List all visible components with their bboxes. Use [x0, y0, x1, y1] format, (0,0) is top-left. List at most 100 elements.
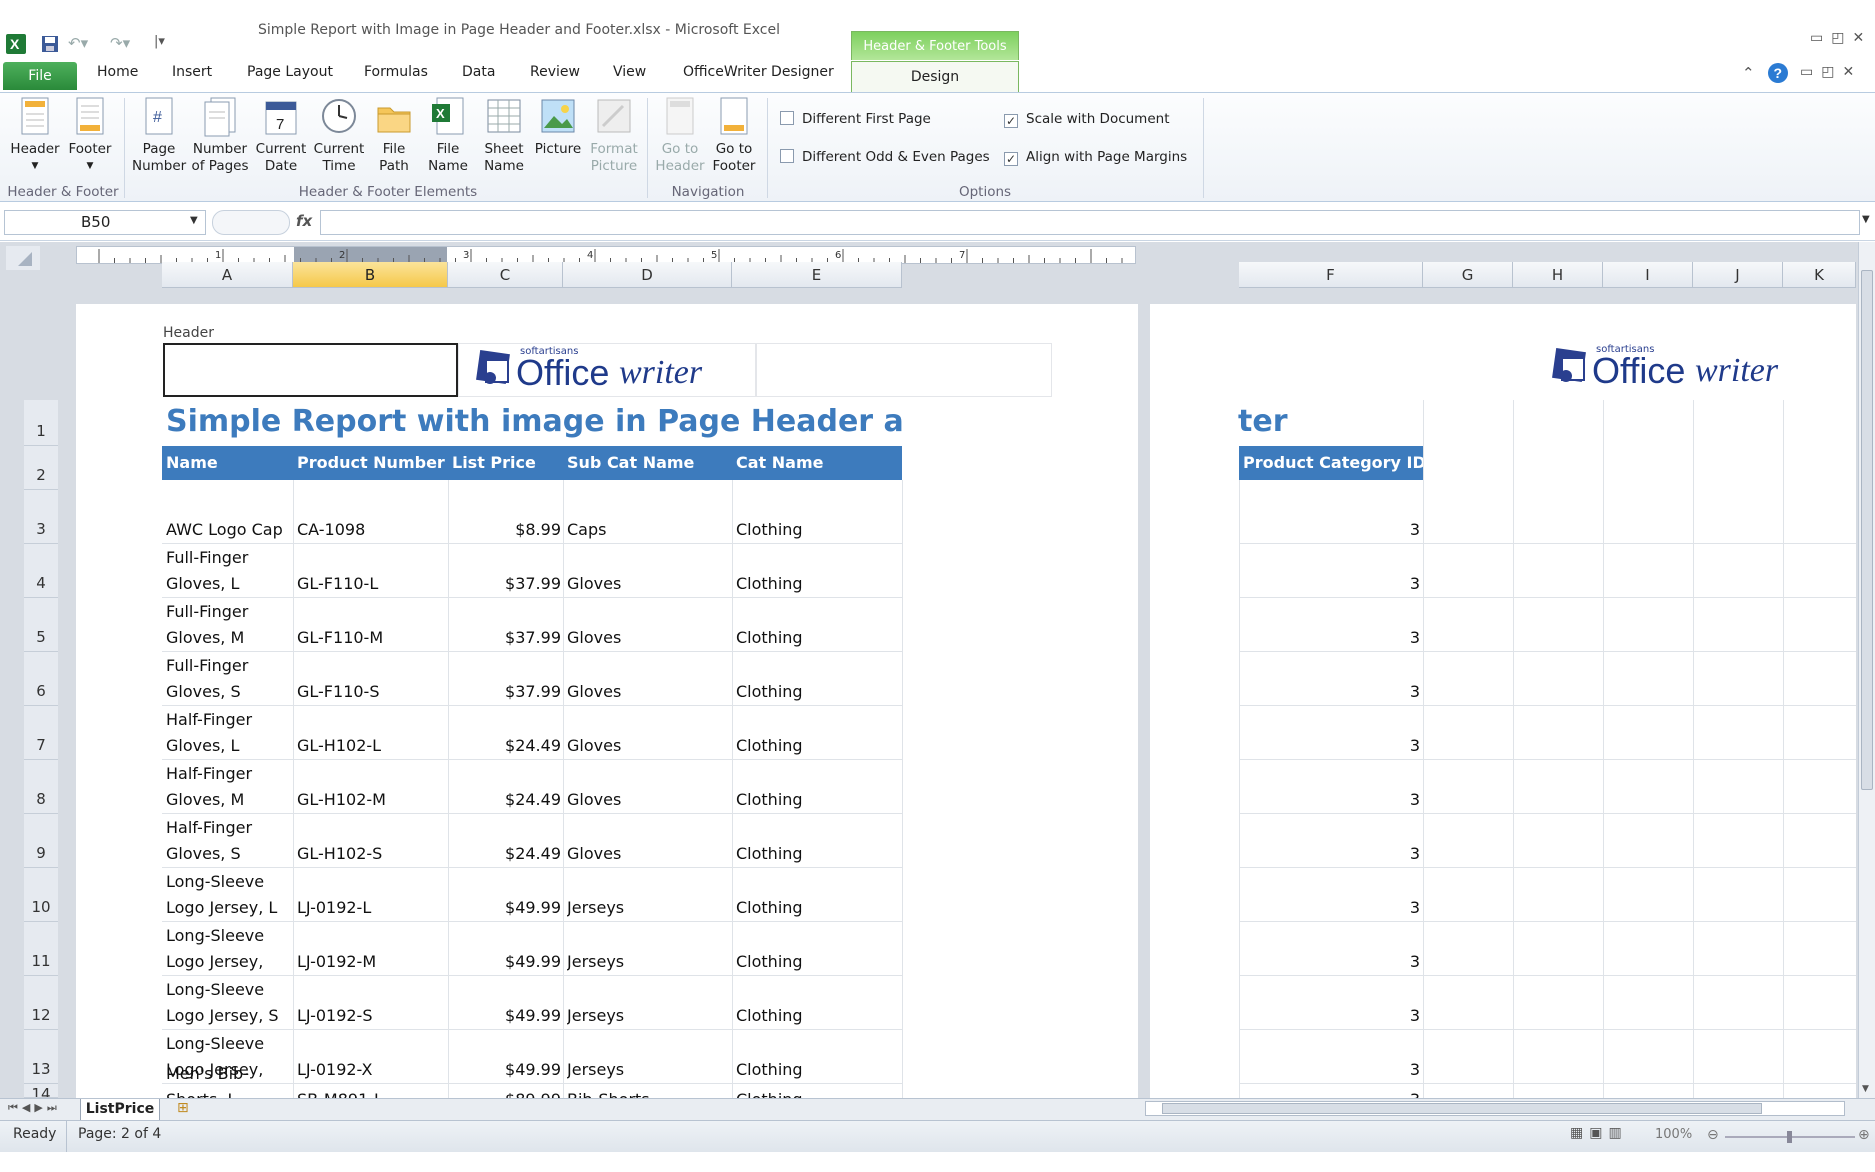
cell-product-number[interactable]: GL-F110-L [297, 571, 447, 597]
cell-product-category-id[interactable]: 3 [1239, 517, 1420, 543]
window-controls[interactable]: ▭◰✕ [1810, 30, 1872, 46]
cell-sub-cat-name[interactable]: Bib-Shorts [567, 1087, 730, 1098]
different-first-page-checkbox[interactable]: Different First Page [780, 111, 931, 127]
cell-product-category-id[interactable]: 3 [1239, 625, 1420, 651]
tab-home[interactable]: Home [97, 64, 138, 80]
tab-data[interactable]: Data [462, 64, 495, 80]
cell-product-category-id[interactable]: 3 [1239, 949, 1420, 975]
formula-input[interactable] [320, 210, 1860, 235]
report-title-continued[interactable]: ter [1238, 404, 1287, 439]
cell-cat-name[interactable]: Clothing [736, 517, 900, 543]
zoom-out-icon[interactable]: ⊖ [1707, 1127, 1719, 1143]
cell-name[interactable]: Gloves, S [166, 841, 291, 867]
cell-list-price[interactable]: $37.99 [450, 625, 561, 651]
cell-product-category-id[interactable]: 3 [1239, 787, 1420, 813]
column-header-c[interactable]: C [448, 262, 563, 288]
checkbox-box-checked[interactable]: ✓ [1004, 152, 1018, 166]
cell-list-price[interactable]: $8.99 [450, 517, 561, 543]
column-header-e[interactable]: E [732, 262, 902, 288]
column-header-j[interactable]: J [1693, 262, 1783, 288]
cell-sub-cat-name[interactable]: Gloves [567, 571, 730, 597]
customize-qat-icon[interactable]: |▾ [154, 34, 165, 49]
cell-name[interactable]: Gloves, L [166, 733, 291, 759]
cell-name[interactable]: Gloves, S [166, 679, 291, 705]
zoom-slider[interactable] [1725, 1131, 1855, 1143]
cell-sub-cat-name[interactable]: Jerseys [567, 895, 730, 921]
cell-sub-cat-name[interactable]: Gloves [567, 625, 730, 651]
cell-name[interactable]: Logo Jersey, [166, 949, 291, 975]
column-header-b[interactable]: B [293, 262, 448, 288]
row-header-9[interactable]: 9 [24, 814, 58, 868]
cell-name[interactable]: Gloves, M [166, 625, 291, 651]
cell-product-number[interactable]: LJ-0192-L [297, 895, 447, 921]
cell-name-line1[interactable]: Half-Finger [166, 815, 291, 841]
cell-product-number[interactable]: LJ-0192-M [297, 949, 447, 975]
row-header-8[interactable]: 8 [24, 760, 58, 814]
header-left-section[interactable] [163, 343, 458, 397]
report-title[interactable]: Simple Report with image in Page Header … [166, 404, 902, 444]
cell-product-category-id[interactable]: 3 [1239, 679, 1420, 705]
help-icon[interactable]: ? [1767, 62, 1789, 84]
cell-product-number[interactable]: GL-F110-S [297, 679, 447, 705]
cell-list-price[interactable]: $24.49 [450, 841, 561, 867]
cell-name-line1[interactable]: Long-Sleeve [166, 977, 291, 1003]
zoom-in-icon[interactable]: ⊕ [1858, 1127, 1870, 1143]
zoom-slider-thumb[interactable] [1787, 1131, 1792, 1143]
cell-name-line1[interactable]: Full-Finger [166, 545, 291, 571]
tab-insert[interactable]: Insert [172, 64, 212, 80]
cell-name-line1[interactable]: Long-Sleeve [166, 869, 291, 895]
go-to-footer-button[interactable]: Go to Footer [708, 96, 760, 175]
horizontal-scroll-thumb[interactable] [1162, 1103, 1762, 1114]
cell-product-number[interactable]: CA-1098 [297, 517, 447, 543]
cell-product-category-id[interactable]: 3 [1239, 571, 1420, 597]
select-all-corner[interactable] [6, 246, 40, 270]
cell-cat-name[interactable]: Clothing [736, 787, 900, 813]
row-header-12[interactable]: 12 [24, 976, 58, 1030]
row-header-11[interactable]: 11 [24, 922, 58, 976]
picture-button[interactable]: Picture [531, 96, 585, 158]
header-right-section[interactable] [756, 343, 1052, 397]
column-header-d[interactable]: D [563, 262, 732, 288]
cell-name[interactable]: Logo Jersey, L [166, 895, 291, 921]
row-header-2[interactable]: 2 [24, 446, 58, 490]
cell-cat-name[interactable]: Clothing [736, 625, 900, 651]
tab-file[interactable]: File [3, 62, 77, 90]
cell-list-price[interactable]: $49.99 [450, 1057, 561, 1083]
current-date-button[interactable]: 7 Current Date [253, 96, 309, 175]
zoom-level[interactable]: 100% [1655, 1127, 1692, 1142]
cell-sub-cat-name[interactable]: Gloves [567, 733, 730, 759]
cell-name-line1[interactable]: Full-Finger [166, 599, 291, 625]
row-header-13[interactable]: 13 [24, 1030, 58, 1084]
cell-list-price[interactable]: $37.99 [450, 679, 561, 705]
sheet-name-button[interactable]: Sheet Name [480, 96, 528, 175]
cell-sub-cat-name[interactable]: Gloves [567, 787, 730, 813]
minimize-ribbon-icon[interactable]: ⌃ [1742, 64, 1755, 82]
cell-list-price[interactable]: $37.99 [450, 571, 561, 597]
column-header-h[interactable]: H [1513, 262, 1603, 288]
tab-officewriter-designer[interactable]: OfficeWriter Designer [683, 64, 834, 80]
excel-logo-icon[interactable]: X [5, 33, 27, 55]
table-header-name[interactable]: Name [162, 446, 293, 480]
cell-cat-name[interactable]: Clothing [736, 949, 900, 975]
row-header-10[interactable]: 10 [24, 868, 58, 922]
cell-product-category-id[interactable]: 3 [1239, 841, 1420, 867]
cell-product-number[interactable]: LJ-0192-S [297, 1003, 447, 1029]
cell-name[interactable]: Logo Jersey, S [166, 1003, 291, 1029]
cell-product-category-id[interactable]: 3 [1239, 1057, 1420, 1083]
cell-sub-cat-name[interactable]: Gloves [567, 841, 730, 867]
cell-name[interactable]: Shorts, L [166, 1087, 291, 1098]
cell-list-price[interactable]: $49.99 [450, 949, 561, 975]
row-header-14[interactable]: 14 [24, 1084, 58, 1098]
expand-formula-bar-icon[interactable]: ▼ [1862, 214, 1870, 225]
cell-cat-name[interactable]: Clothing [736, 1003, 900, 1029]
file-name-button[interactable]: X File Name [426, 96, 470, 175]
column-header-k[interactable]: K [1783, 262, 1856, 288]
cell-list-price[interactable]: $89.99 [450, 1087, 561, 1098]
cell-cat-name[interactable]: Clothing [736, 679, 900, 705]
sheet-tab-listprice[interactable]: ListPrice [80, 1099, 160, 1121]
tab-page-layout[interactable]: Page Layout [247, 64, 333, 80]
cell-name-line1[interactable]: Men's Bib- [166, 1061, 291, 1087]
cell-name-line1[interactable]: Long-Sleeve [166, 923, 291, 949]
checkbox-box[interactable] [780, 111, 794, 125]
horizontal-scrollbar[interactable] [1145, 1101, 1845, 1116]
